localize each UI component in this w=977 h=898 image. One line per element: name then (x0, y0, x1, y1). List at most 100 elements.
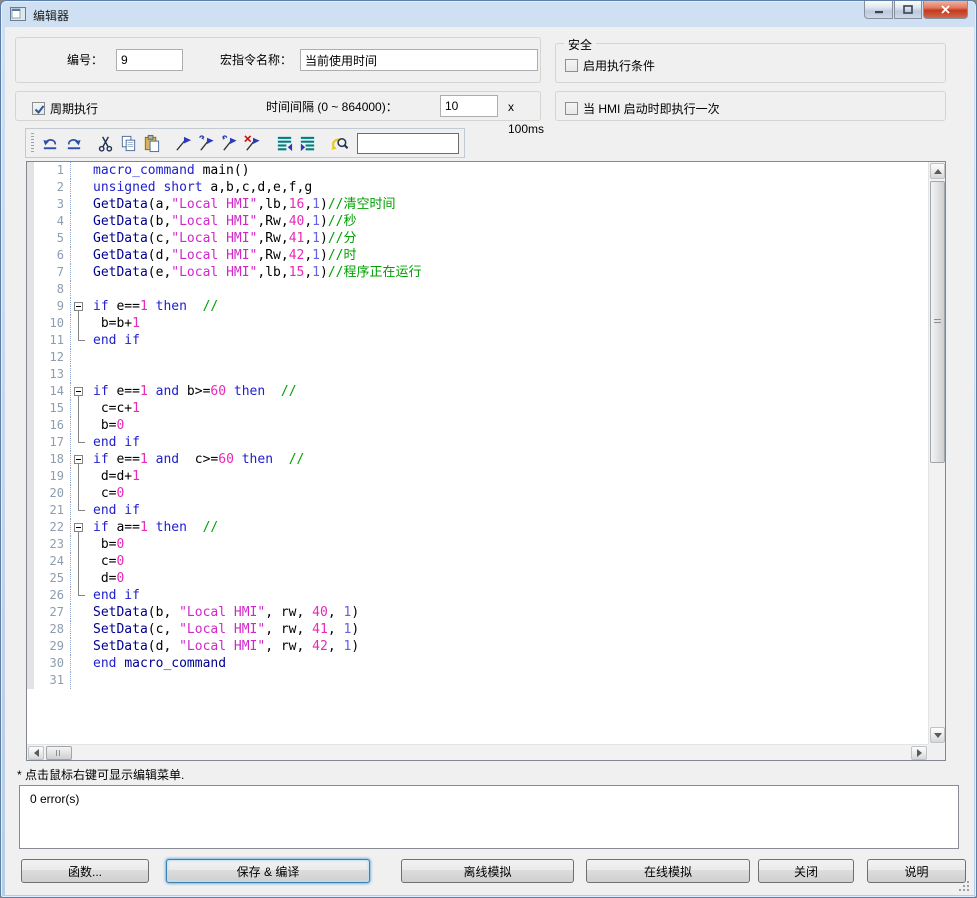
undo-button[interactable] (39, 132, 62, 155)
code-token: b>= (179, 384, 210, 399)
copy-button[interactable] (117, 132, 140, 155)
code-line[interactable]: b=b+1 (89, 315, 140, 332)
scroll-up-button[interactable] (930, 163, 945, 179)
code-row: 28SetData(c, "Local HMI", rw, 41, 1) (27, 621, 928, 638)
code-line[interactable]: end if (89, 434, 140, 451)
offline-simulation-button[interactable]: 离线模拟 (401, 859, 574, 883)
code-token: (b, (148, 214, 171, 229)
code-row: 15 c=c+1 (27, 400, 928, 417)
fold-marker[interactable] (71, 298, 89, 315)
thumb-grip-icon (934, 319, 941, 325)
code-line[interactable]: GetData(c,"Local HMI",Rw,41,1)//分 (89, 230, 356, 247)
redo-button[interactable] (62, 132, 85, 155)
fold-marker[interactable] (71, 451, 89, 468)
run-on-startup-checkbox[interactable]: 当 HMI 启动时即执行一次 (565, 100, 720, 117)
fold-marker (71, 485, 89, 502)
code-line[interactable] (89, 349, 93, 366)
code-line[interactable]: c=c+1 (89, 400, 140, 417)
code-line[interactable] (89, 672, 93, 689)
fold-column (71, 672, 89, 689)
code-line[interactable]: GetData(d,"Local HMI",Rw,42,1)//时 (89, 247, 356, 264)
fold-column (71, 162, 89, 179)
fold-column (71, 196, 89, 213)
horizontal-scroll-thumb[interactable] (46, 746, 72, 760)
code-row: 9if e==1 then // (27, 298, 928, 315)
code-line[interactable]: c=0 (89, 485, 124, 502)
code-line[interactable]: b=0 (89, 536, 124, 553)
code-line[interactable]: c=0 (89, 553, 124, 570)
code-line[interactable] (89, 281, 93, 298)
bookmark-toggle-button[interactable] (172, 132, 195, 155)
enable-condition-checkbox[interactable]: 启用执行条件 (565, 57, 655, 74)
code-area[interactable]: 1macro_command main()2unsigned short a,b… (27, 162, 928, 744)
vertical-scrollbar[interactable] (928, 162, 945, 744)
code-line[interactable]: SetData(b, "Local HMI", rw, 40, 1) (89, 604, 359, 621)
find-button[interactable] (328, 132, 351, 155)
scroll-down-button[interactable] (930, 727, 945, 743)
code-line[interactable]: GetData(b,"Local HMI",Rw,40,1)//秒 (89, 213, 356, 230)
paste-button[interactable] (140, 132, 163, 155)
code-line[interactable]: SetData(c, "Local HMI", rw, 41, 1) (89, 621, 359, 638)
arrow-down-icon (934, 733, 942, 738)
fold-marker[interactable] (71, 519, 89, 536)
code-token: , (304, 265, 312, 280)
code-line[interactable]: d=0 (89, 570, 124, 587)
selection-margin (27, 638, 34, 655)
resize-grip[interactable] (958, 880, 971, 893)
close-dialog-button[interactable]: 关闭 (758, 859, 854, 883)
selection-margin (27, 332, 34, 349)
macro-name-input[interactable] (300, 49, 538, 71)
toolbar-grip[interactable] (31, 133, 34, 153)
code-token: 1 (312, 214, 320, 229)
code-line[interactable]: b=0 (89, 417, 124, 434)
code-row: 3GetData(a,"Local HMI",lb,16,1)//清空时间 (27, 196, 928, 213)
code-line[interactable]: end macro_command (89, 655, 226, 672)
minimize-button[interactable] (864, 1, 893, 19)
code-line[interactable]: SetData(d, "Local HMI", rw, 42, 1) (89, 638, 359, 655)
line-number: 16 (34, 417, 71, 434)
code-line[interactable]: macro_command main() (89, 162, 250, 179)
code-line[interactable]: d=d+1 (89, 468, 140, 485)
scroll-left-button[interactable] (28, 746, 44, 760)
close-button[interactable] (923, 1, 968, 19)
title-bar[interactable]: 编辑器 (1, 1, 976, 27)
code-line[interactable]: GetData(e,"Local HMI",lb,15,1)//程序正在运行 (89, 264, 421, 281)
horizontal-scrollbar[interactable] (27, 744, 928, 760)
save-compile-button[interactable]: 保存 & 编译 (166, 859, 370, 883)
code-line[interactable]: if e==1 and b>=60 then // (89, 383, 297, 400)
code-line[interactable] (89, 366, 93, 383)
bookmark-prev-button[interactable] (218, 132, 241, 155)
vertical-scroll-thumb[interactable] (930, 181, 945, 463)
bookmark-clear-button[interactable] (241, 132, 264, 155)
functions-button[interactable]: 函数... (21, 859, 149, 883)
code-token: 16 (289, 197, 305, 212)
bookmark-next-button[interactable] (195, 132, 218, 155)
code-line[interactable]: end if (89, 587, 140, 604)
scroll-right-button[interactable] (911, 746, 927, 760)
maximize-button[interactable] (894, 1, 922, 19)
cut-button[interactable] (94, 132, 117, 155)
code-line[interactable]: if e==1 then // (89, 298, 218, 315)
line-number: 17 (34, 434, 71, 451)
code-editor[interactable]: 1macro_command main()2unsigned short a,b… (26, 161, 946, 761)
code-line[interactable]: if e==1 and c>=60 then // (89, 451, 304, 468)
fold-marker (71, 536, 89, 553)
bookmark-clear-icon (243, 134, 262, 153)
fold-marker[interactable] (71, 383, 89, 400)
indent-button[interactable] (296, 132, 319, 155)
outdent-button[interactable] (273, 132, 296, 155)
help-button[interactable]: 说明 (867, 859, 966, 883)
macro-id-input[interactable] (116, 49, 183, 71)
code-line[interactable]: if a==1 then // (89, 519, 218, 536)
code-line[interactable]: GetData(a,"Local HMI",lb,16,1)//清空时间 (89, 196, 395, 213)
code-line[interactable]: end if (89, 502, 140, 519)
code-line[interactable]: unsigned short a,b,c,d,e,f,g (89, 179, 312, 196)
interval-input[interactable] (440, 95, 498, 117)
periodic-checkbox[interactable]: 周期执行 (32, 100, 98, 117)
search-input[interactable] (357, 133, 459, 154)
code-row: 29SetData(d, "Local HMI", rw, 42, 1) (27, 638, 928, 655)
code-line[interactable]: end if (89, 332, 140, 349)
online-simulation-button[interactable]: 在线模拟 (586, 859, 750, 883)
selection-margin (27, 230, 34, 247)
selection-margin (27, 485, 34, 502)
